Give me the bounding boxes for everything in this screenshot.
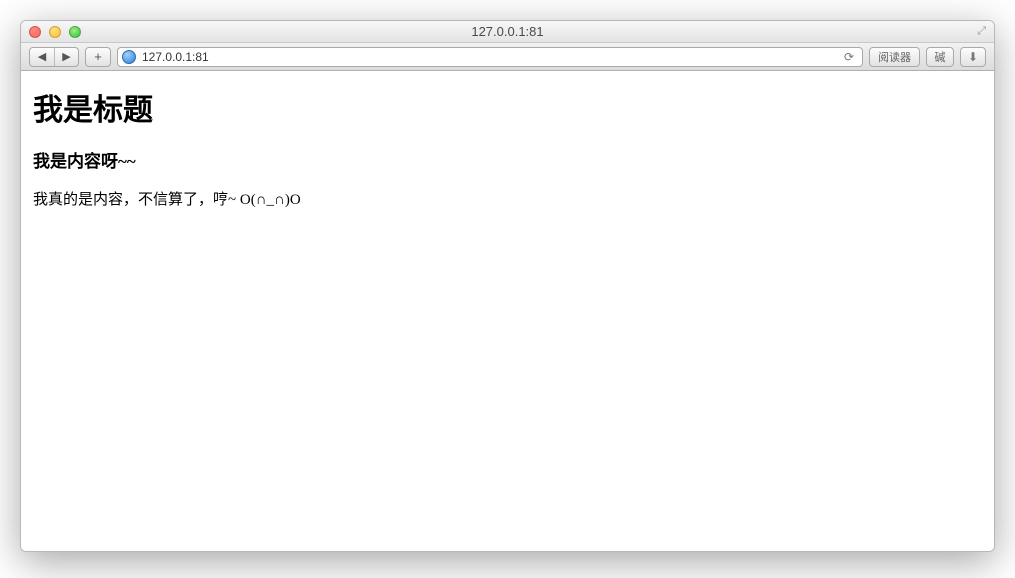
- page-body-text: 我真的是内容，不信算了，哼~ O(∩_∩)O: [33, 188, 982, 209]
- page-subheading: 我是内容呀~~: [33, 147, 982, 172]
- minimize-window-button[interactable]: [49, 26, 61, 38]
- maximize-window-button[interactable]: [69, 26, 81, 38]
- download-arrow-icon: ⬇: [968, 50, 978, 64]
- page-content: 我是标题 我是内容呀~~ 我真的是内容，不信算了，哼~ O(∩_∩)O: [21, 71, 994, 551]
- site-favicon-icon: [122, 50, 136, 64]
- add-tab-button[interactable]: +: [85, 47, 111, 67]
- close-window-button[interactable]: [29, 26, 41, 38]
- traffic-lights: [29, 26, 81, 38]
- window-title: 127.0.0.1:81: [21, 24, 994, 39]
- page-heading: 我是标题: [33, 85, 982, 129]
- fullscreen-icon[interactable]: ⤢: [977, 25, 986, 38]
- forward-button[interactable]: ▶: [54, 48, 78, 66]
- back-button[interactable]: ◀: [30, 48, 54, 66]
- toolbar: ◀ ▶ + ⟳ 阅读器 碱 ⬇: [21, 43, 994, 71]
- reader-button[interactable]: 阅读器: [869, 47, 920, 67]
- nav-buttons: ◀ ▶: [29, 47, 79, 67]
- titlebar: 127.0.0.1:81 ⤢: [21, 21, 994, 43]
- zoom-button[interactable]: 碱: [926, 47, 954, 67]
- browser-window: 127.0.0.1:81 ⤢ ◀ ▶ + ⟳ 阅读器 碱 ⬇ 我是标题 我是内容…: [20, 20, 995, 552]
- address-bar[interactable]: ⟳: [117, 47, 863, 67]
- url-input[interactable]: [142, 50, 834, 64]
- downloads-button[interactable]: ⬇: [960, 47, 986, 67]
- reload-button[interactable]: ⟳: [840, 50, 858, 64]
